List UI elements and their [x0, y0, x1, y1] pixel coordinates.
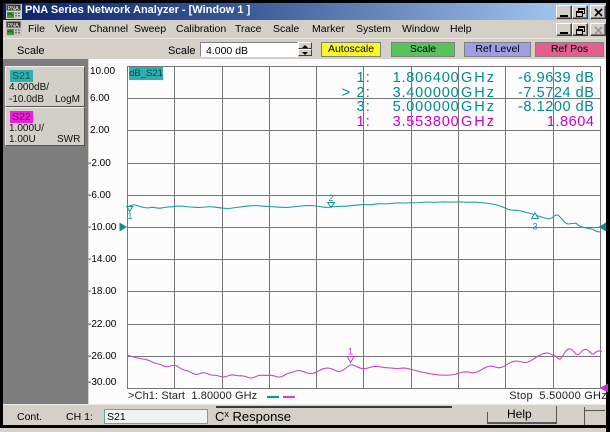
svg-text:PNA: PNA [8, 6, 20, 12]
svg-text:PNA: PNA [8, 23, 20, 29]
